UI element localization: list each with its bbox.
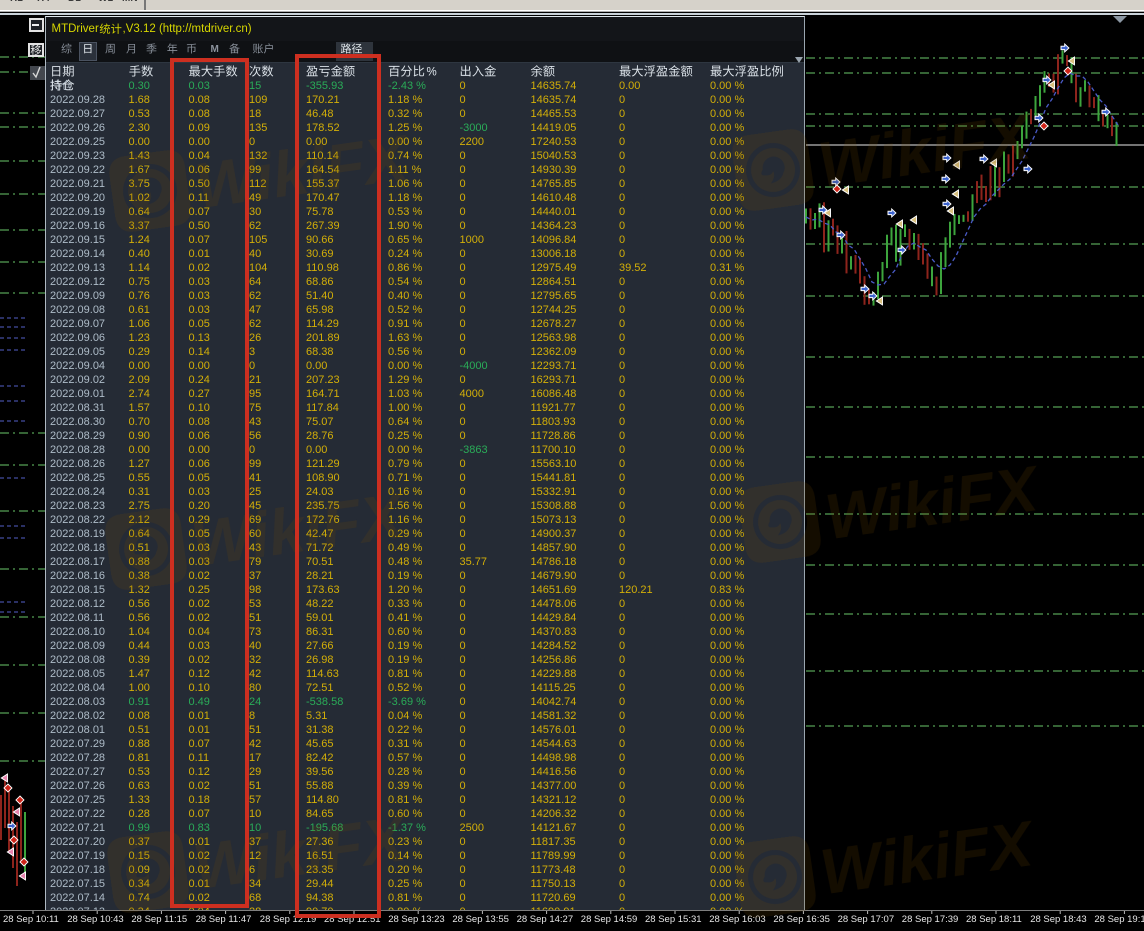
svg-text:WikiFX: WikiFX <box>821 452 1045 553</box>
svg-text:%: % <box>427 66 437 78</box>
svg-text:WikiFX: WikiFX <box>816 807 1040 908</box>
svg-text:WikiFX: WikiFX <box>814 100 1038 201</box>
